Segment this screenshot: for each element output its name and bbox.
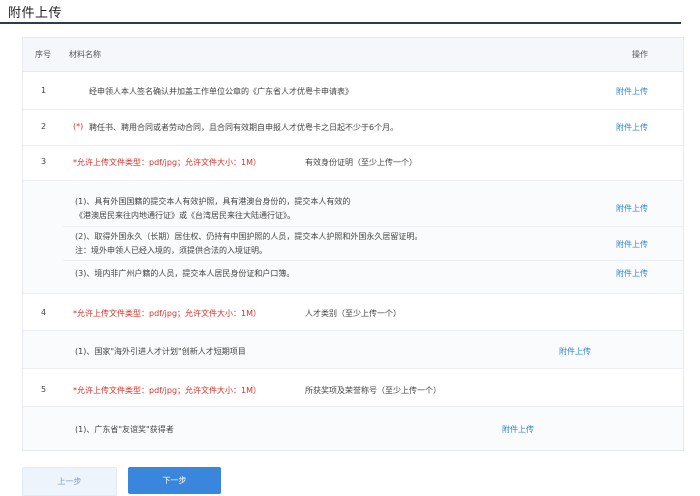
row-divider [23,109,683,110]
sub-divider [63,226,683,227]
row-material-text: 经申领人本人签名确认并加盖工作单位公章的《广东省人才优粤卡申请表》 [89,87,353,96]
upload-link[interactable]: 附件上传 [502,424,534,435]
title-divider [0,22,681,24]
attachment-table: 序号 材料名称 操作 1 经申领人本人签名确认并加盖工作单位公章的《广东省人才优… [22,37,684,451]
row-index: 5 [41,385,47,394]
upload-link[interactable]: 附件上传 [559,346,591,357]
upload-link[interactable]: 附件上传 [616,122,648,133]
row-index: 1 [41,86,47,95]
sub-item-line: (1)、具有外国国籍的提交本人有效护照，具有港澳台身份的，提交本人有效的 [75,197,351,206]
table-header: 序号 材料名称 操作 [23,38,683,72]
required-mark: (*) [73,122,84,131]
row-divider [23,293,683,294]
row-divider [23,145,683,146]
sub-item-line: (2)、取得外国永久（长期）居住权、仍持有中国护照的人员，提交本人护照和外国永久… [75,232,423,241]
row-material-text: 有效身份证明（至少上传一个） [305,158,417,167]
prev-step-button[interactable]: 上一步 [22,467,117,496]
page-title: 附件上传 [8,6,63,21]
row-index: 2 [41,122,47,131]
header-index: 序号 [35,50,51,59]
header-material: 材料名称 [69,50,101,59]
next-step-button[interactable]: 下一步 [128,467,221,494]
sub-item-line: (1)、广东省"友谊奖"获得者 [75,425,174,434]
row-material-text: 聘任书、聘用合同或者劳动合同，且合同有效期自申报人才优粤卡之日起不少于6个月。 [89,123,399,132]
sub-item-line: (1)、国家"海外引进人才计划"创新人才短期项目 [75,347,246,356]
sub-item-line: (3)、境内非广州户籍的人员，提交本人居民身份证和户口簿。 [75,269,295,278]
sub-item-line: 注：境外申领人已经入境的，须提供合法的入境证明。 [75,246,267,255]
upload-link[interactable]: 附件上传 [616,239,648,250]
file-type-hint: *允许上传文件类型：pdf/jpg；允许文件大小：1M） [73,309,262,318]
row-index: 4 [41,308,47,317]
upload-link[interactable]: 附件上传 [616,268,648,279]
row-index: 3 [41,157,47,166]
header-action: 操作 [632,50,648,59]
row-divider [23,368,683,369]
upload-link[interactable]: 附件上传 [616,86,648,97]
row-material-text: 人才类别（至少上传一个） [305,309,401,318]
row-material-text: 所获奖项及荣誉称号（至少上传一个） [305,386,441,395]
sub-divider [63,260,683,261]
file-type-hint: *允许上传文件类型：pdf/jpg；允许文件大小：1M） [73,158,262,167]
sub-item-line: 《港澳居民来往内地通行证》或《台湾居民来往大陆通行证》。 [75,211,295,220]
upload-link[interactable]: 附件上传 [616,203,648,214]
file-type-hint: *允许上传文件类型：pdf/jpg；允许文件大小：1M） [73,386,262,395]
